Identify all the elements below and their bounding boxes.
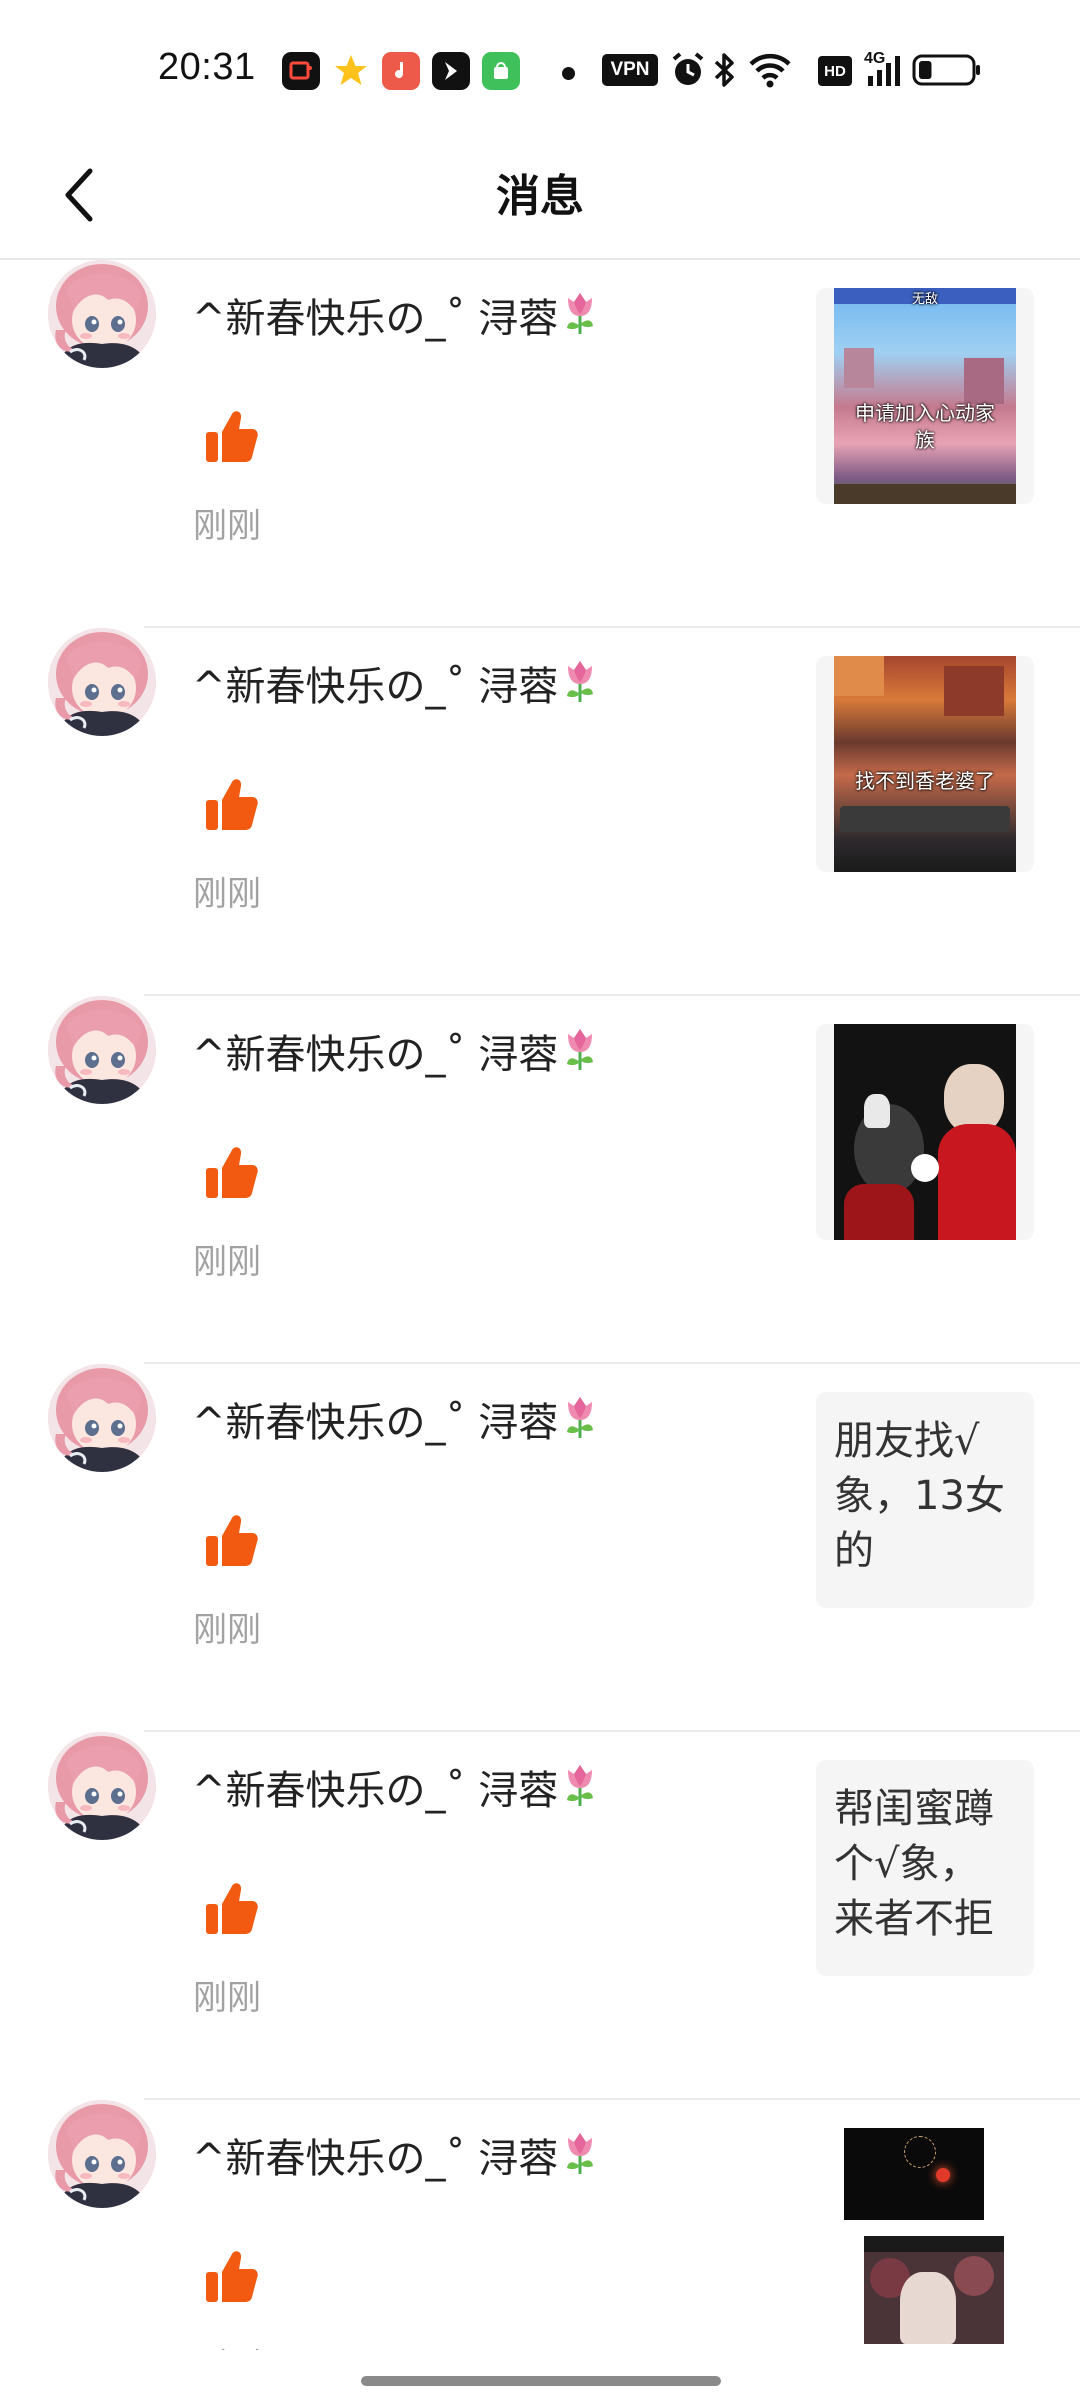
tulip-icon [562, 658, 598, 714]
thumbs-up-icon [202, 408, 260, 466]
thumbs-up-icon [202, 1144, 260, 1202]
timestamp: 刚刚 [193, 1978, 261, 2018]
thumbs-up-icon [202, 776, 260, 834]
post-text-preview[interactable]: 朋友找√象，13女的 [816, 1392, 1034, 1608]
user-name[interactable]: ^新春快乐の_˚ 浔蓉 [192, 1758, 598, 1818]
message-item[interactable]: ^新春快乐の_˚ 浔蓉 刚刚 无敌 申请加入心动家族 [0, 260, 1080, 628]
tulip-icon [562, 290, 598, 346]
message-item[interactable]: ^新春快乐の_˚ 浔蓉 刚刚 朋友找√象，13女的 [0, 1364, 1080, 1732]
signal-icon [868, 56, 900, 86]
user-name[interactable]: ^新春快乐の_˚ 浔蓉 [192, 286, 598, 346]
bluetooth-icon [714, 53, 734, 87]
tulip-icon [562, 1762, 598, 1818]
preview-text: 朋友找√象，13女的 [834, 1418, 1005, 1574]
vpn-badge: VPN [602, 54, 658, 86]
avatar[interactable] [48, 996, 156, 1104]
post-thumbnail[interactable] [816, 2128, 1034, 2344]
timestamp: 刚刚 [193, 2338, 261, 2350]
thumbnail-image [834, 2128, 1016, 2344]
timestamp: 刚刚 [193, 874, 261, 914]
battery-icon [912, 54, 980, 86]
timestamp: 刚刚 [193, 1242, 261, 1282]
post-thumbnail[interactable] [816, 1024, 1034, 1240]
avatar[interactable] [48, 1364, 156, 1472]
avatar[interactable] [48, 628, 156, 736]
wifi-icon [749, 53, 791, 88]
message-item[interactable]: ^新春快乐の_˚ 浔蓉 刚刚 找不到香老婆了 [0, 628, 1080, 996]
notification-app-icon-1 [282, 52, 320, 90]
more-notifications-dot [562, 67, 575, 80]
tulip-icon [562, 2130, 598, 2186]
thumbnail-caption: 找不到香老婆了 [855, 769, 995, 793]
thumbnail-top-label: 无敌 [911, 292, 938, 307]
message-item[interactable]: ^新春快乐の_˚ 浔蓉 刚刚 [0, 2100, 1080, 2350]
post-text-preview[interactable]: 帮闺蜜蹲个√象，来者不拒 [816, 1760, 1034, 1976]
status-time: 20:31 [158, 46, 256, 88]
home-gesture-bar[interactable] [361, 2376, 721, 2386]
timestamp: 刚刚 [193, 1610, 261, 1650]
navigation-bar: 消息 [0, 130, 1080, 260]
thumbs-up-icon [202, 1512, 260, 1570]
thumbnail-caption: 申请加入心动家族 [855, 401, 995, 452]
alarm-icon [672, 52, 704, 85]
thumbs-up-icon [202, 2248, 260, 2306]
user-name[interactable]: ^新春快乐の_˚ 浔蓉 [192, 654, 598, 714]
avatar[interactable] [48, 260, 156, 368]
notification-app-icon-3 [382, 52, 420, 90]
notification-app-icon-5 [482, 52, 520, 90]
avatar[interactable] [48, 2100, 156, 2208]
play-icon [911, 1154, 939, 1182]
hd-badge: HD [818, 56, 852, 86]
avatar[interactable] [48, 1732, 156, 1840]
status-bar: 20:31 VPN HD 4G [0, 0, 1080, 130]
thumbs-up-icon [202, 1880, 260, 1938]
tulip-icon [562, 1394, 598, 1450]
user-name[interactable]: ^新春快乐の_˚ 浔蓉 [192, 2126, 598, 2186]
message-list[interactable]: ^新春快乐の_˚ 浔蓉 刚刚 无敌 申请加入心动家族 ^新春快乐の_˚ 浔蓉 刚… [0, 260, 1080, 2350]
timestamp: 刚刚 [193, 506, 261, 546]
message-item[interactable]: ^新春快乐の_˚ 浔蓉 刚刚 [0, 996, 1080, 1364]
post-thumbnail[interactable]: 无敌 申请加入心动家族 [816, 288, 1034, 504]
user-name[interactable]: ^新春快乐の_˚ 浔蓉 [192, 1022, 598, 1082]
message-item[interactable]: ^新春快乐の_˚ 浔蓉 刚刚 帮闺蜜蹲个√象，来者不拒 [0, 1732, 1080, 2100]
user-name[interactable]: ^新春快乐の_˚ 浔蓉 [192, 1390, 598, 1450]
preview-text: 帮闺蜜蹲个√象，来者不拒 [834, 1786, 994, 1942]
thumbnail-image [834, 1024, 1016, 1240]
thumbnail-image: 找不到香老婆了 [834, 656, 1016, 872]
notification-app-icon-2 [332, 52, 370, 90]
post-thumbnail[interactable]: 找不到香老婆了 [816, 656, 1034, 872]
notification-app-icon-4 [432, 52, 470, 90]
tulip-icon [562, 1026, 598, 1082]
page-title: 消息 [496, 171, 584, 222]
thumbnail-image: 无敌 申请加入心动家族 [834, 288, 1016, 504]
